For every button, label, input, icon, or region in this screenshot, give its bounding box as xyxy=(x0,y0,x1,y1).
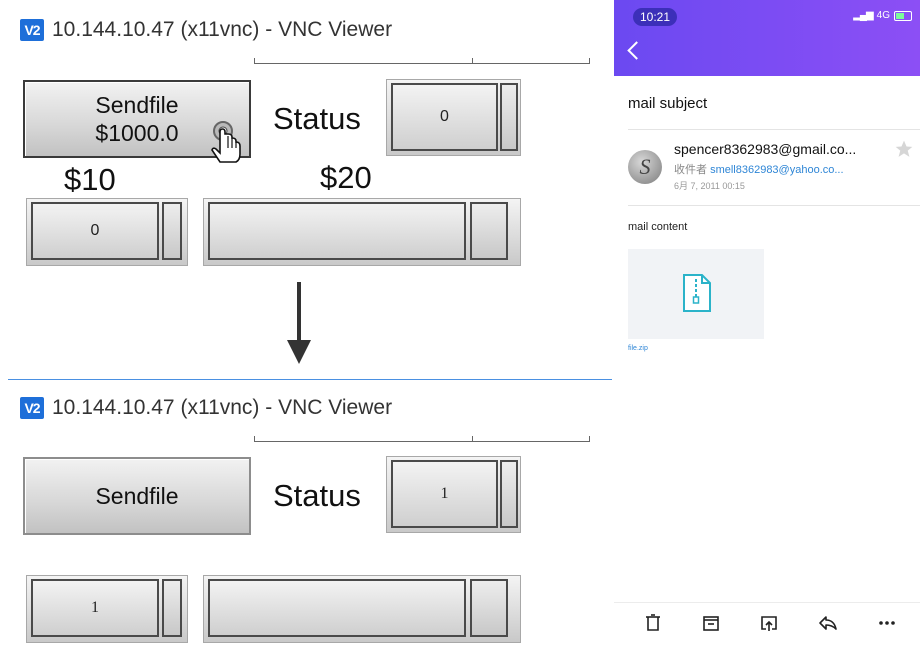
arrow-down-icon xyxy=(287,282,311,364)
move-to-folder-icon[interactable] xyxy=(758,612,780,634)
window-divider xyxy=(8,379,612,380)
signal-icon: ▂▄▆ xyxy=(853,10,873,21)
ruler-tick xyxy=(589,58,590,64)
recipient-address[interactable]: smell8362983@yahoo.co... xyxy=(710,164,843,176)
field-scrollbar[interactable] xyxy=(162,202,182,260)
value-field-10: 0 xyxy=(26,198,188,266)
slider-field-20 xyxy=(203,575,521,643)
slider-thumb[interactable] xyxy=(470,579,508,637)
vnc-logo-icon: V2 xyxy=(20,19,44,41)
ruler-tick xyxy=(472,436,473,442)
ruler-tick xyxy=(472,58,473,64)
field-scrollbar[interactable] xyxy=(162,579,182,637)
slider-track[interactable] xyxy=(208,579,466,637)
value-field-10: 1 xyxy=(26,575,188,643)
sendfile-button[interactable]: Sendfile xyxy=(23,457,251,535)
chevron-left-icon[interactable] xyxy=(627,41,646,60)
price-label-20: $20 xyxy=(320,160,372,195)
sendfile-amount: $1000.0 xyxy=(95,120,179,146)
status-label: Status xyxy=(273,478,361,513)
ruler-tick xyxy=(589,436,590,442)
avatar[interactable]: S xyxy=(628,150,662,184)
sendfile-label: Sendfile xyxy=(95,91,179,118)
divider xyxy=(628,129,920,130)
status-value: 0 xyxy=(391,83,498,151)
window-title-text: 10.144.10.47 (x11vnc) - VNC Viewer xyxy=(52,18,393,41)
slider-field-20 xyxy=(203,198,521,266)
attachment-card[interactable] xyxy=(628,249,764,339)
status-scrollbar[interactable] xyxy=(500,460,518,528)
star-icon[interactable] xyxy=(894,139,914,159)
status-field: 0 xyxy=(386,79,521,156)
trash-icon[interactable] xyxy=(642,612,664,634)
mail-content: mail content xyxy=(628,221,688,233)
value-field-text: 1 xyxy=(31,579,159,637)
status-label: Status xyxy=(273,101,361,136)
ruler-line xyxy=(254,441,590,442)
status-indicators: ▂▄▆ 4G xyxy=(853,10,912,21)
status-field: 1 xyxy=(386,456,521,533)
battery-icon xyxy=(894,10,912,21)
sender-address[interactable]: spencer8362983@gmail.co... xyxy=(674,141,856,157)
recipient-prefix: 收件者 xyxy=(674,164,707,176)
status-value: 1 xyxy=(391,460,498,528)
reply-icon[interactable] xyxy=(817,612,839,634)
mail-app-screen: 10:21 ▂▄▆ 4G mail subject S spencer83629… xyxy=(614,0,920,645)
mail-subject: mail subject xyxy=(628,95,708,112)
mail-header-bar: 10:21 ▂▄▆ 4G xyxy=(614,0,920,76)
sendfile-label: Sendfile xyxy=(95,482,179,509)
toolbar-divider xyxy=(614,602,920,603)
price-label-10: $10 xyxy=(64,162,116,197)
window-title-text: 10.144.10.47 (x11vnc) - VNC Viewer xyxy=(52,396,393,419)
divider xyxy=(628,205,920,206)
vnc-window-title-top: V2 10.144.10.47 (x11vnc) - VNC Viewer xyxy=(20,18,392,42)
ruler-tick xyxy=(254,58,255,64)
slider-track[interactable] xyxy=(208,202,466,260)
hand-pointer-icon xyxy=(211,121,241,163)
recipient-line: 收件者 smell8362983@yahoo.co... xyxy=(674,161,844,177)
ruler-line xyxy=(254,63,590,64)
status-scrollbar[interactable] xyxy=(500,83,518,151)
more-icon[interactable] xyxy=(876,612,898,634)
network-type: 4G xyxy=(876,10,890,21)
vnc-logo-icon: V2 xyxy=(20,397,44,419)
value-field-text: 0 xyxy=(31,202,159,260)
mail-date: 6月 7, 2011 00:15 xyxy=(674,181,745,191)
ruler-tick xyxy=(254,436,255,442)
slider-thumb[interactable] xyxy=(470,202,508,260)
zip-file-icon xyxy=(683,274,711,312)
status-time: 10:21 xyxy=(633,8,677,26)
vnc-window-title-bottom: V2 10.144.10.47 (x11vnc) - VNC Viewer xyxy=(20,396,392,420)
attachment-name[interactable]: file.zip xyxy=(628,345,648,352)
archive-icon[interactable] xyxy=(700,612,722,634)
